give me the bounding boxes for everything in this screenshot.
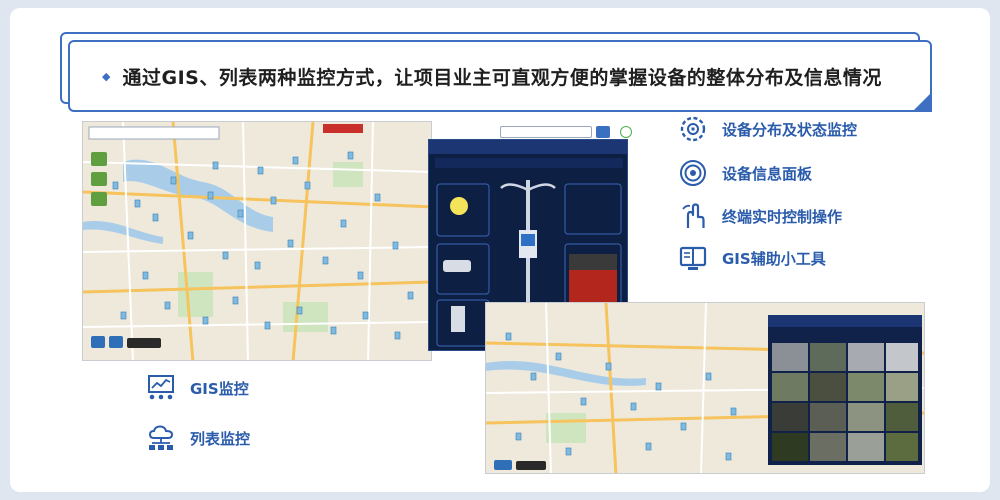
- search-button[interactable]: [596, 126, 610, 138]
- headline-text: 通过GIS、列表两种监控方式，让项目业主可直观方便的掌握设备的整体分布及信息情况: [122, 66, 882, 89]
- panel-search-bar: [500, 126, 632, 138]
- feature-label: 设备分布及状态监控: [722, 120, 858, 139]
- book-tools-icon: [679, 246, 707, 270]
- gis-map-canvas: [83, 122, 431, 360]
- feature-label: GIS辅助小工具: [722, 249, 826, 268]
- gear-grid-icon: [680, 116, 706, 142]
- hand-touch-icon: [682, 203, 705, 228]
- list-map-canvas: [486, 303, 924, 473]
- feature-label: 终端实时控制操作: [722, 207, 843, 226]
- banner-corner-accent: [912, 92, 932, 112]
- feature-label: 列表监控: [190, 429, 251, 448]
- feature-item: 设备信息面板: [678, 158, 812, 188]
- feature-label: GIS监控: [190, 379, 249, 398]
- diamond-bullet-icon: ◆: [102, 70, 111, 83]
- feature-item: 设备分布及状态监控: [678, 114, 857, 144]
- target-panel-icon: [680, 160, 706, 186]
- close-icon[interactable]: [620, 126, 632, 138]
- page: ◆ 通过GIS、列表两种监控方式，让项目业主可直观方便的掌握设备的整体分布及信息…: [10, 8, 990, 492]
- list-monitor-screenshot: [485, 302, 925, 474]
- feature-item: GIS辅助小工具: [678, 243, 826, 273]
- gis-map-screenshot: [82, 121, 432, 361]
- feature-item: 终端实时控制操作: [678, 201, 842, 231]
- cloud-network-icon: [148, 425, 174, 450]
- feature-item: GIS监控: [146, 373, 249, 403]
- search-input[interactable]: [500, 126, 592, 138]
- headline-banner: ◆ 通过GIS、列表两种监控方式，让项目业主可直观方便的掌握设备的整体分布及信息…: [68, 40, 932, 112]
- feature-item: 列表监控: [146, 423, 250, 453]
- feature-label: 设备信息面板: [722, 164, 813, 183]
- chart-nodes-icon: [148, 375, 174, 400]
